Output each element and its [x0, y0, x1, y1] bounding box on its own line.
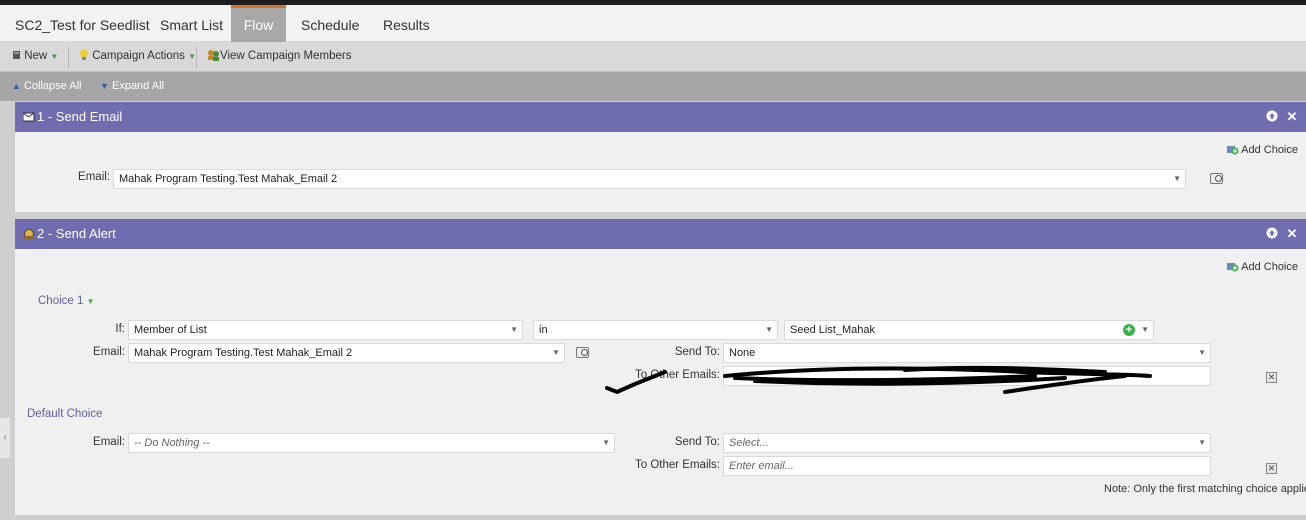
new-label: New	[24, 50, 48, 62]
collapse-all-label: Collapse All	[23, 80, 82, 92]
list-value: Seed List_Mahak	[790, 324, 875, 336]
add-choice-button[interactable]: Add Choice	[1227, 261, 1298, 273]
expand-all-label: Expand All	[111, 80, 164, 92]
tab-smart-list[interactable]: Smart List	[160, 5, 223, 42]
tab-campaign-name[interactable]: SC2_Test for Seedlist	[15, 5, 150, 42]
new-button[interactable]: New ▼	[13, 42, 58, 72]
email-label: Email:	[93, 346, 125, 358]
first-match-note: Note: Only the first matching choice app…	[1104, 483, 1306, 495]
email-icon	[23, 112, 35, 122]
email-select[interactable]: Mahak Program Testing.Test Mahak_Email 2…	[128, 343, 565, 363]
step-header: 1 - Send Email ✕	[15, 102, 1306, 132]
operator-value: in	[539, 324, 548, 336]
lightbulb-icon	[80, 49, 88, 60]
add-choice-label: Add Choice	[1241, 144, 1298, 156]
toolbar: New ▼ Campaign Actions ▼ View Campaign M…	[0, 42, 1306, 72]
default-email-select[interactable]: -- Do Nothing -- ▼	[128, 433, 615, 453]
close-icon[interactable]: ✕	[1285, 110, 1299, 124]
chevron-down-icon: ▼	[765, 325, 773, 334]
step-header: 2 - Send Alert ✕	[15, 219, 1306, 249]
send-to-placeholder: Select...	[729, 437, 769, 449]
tab-schedule[interactable]: Schedule	[301, 5, 359, 42]
preview-email-icon[interactable]	[1210, 173, 1223, 184]
send-to-label: Send To:	[674, 436, 720, 448]
chevron-down-icon: ▼	[188, 52, 197, 61]
collapse-all-button[interactable]: ▲ Collapse All	[12, 72, 81, 101]
if-label: If:	[115, 323, 125, 335]
tab-flow[interactable]: Flow	[231, 5, 286, 42]
chevron-down-icon: ▼	[50, 52, 59, 61]
close-icon[interactable]: ✕	[1285, 227, 1299, 241]
choice-1-label: Choice 1	[38, 295, 84, 307]
tab-results[interactable]: Results	[383, 5, 430, 42]
email-label: Email:	[93, 436, 125, 448]
move-up-icon[interactable]	[1265, 227, 1279, 241]
flow-step-send-email: 1 - Send Email ✕ Add Choice Email: Mahak…	[15, 102, 1306, 212]
new-icon	[13, 51, 20, 59]
flow-step-send-alert: 2 - Send Alert ✕ Add Choice Choice 1 ▼ I…	[15, 219, 1306, 515]
default-other-emails-input[interactable]: Enter email...	[723, 456, 1211, 476]
email-label: Email:	[78, 171, 110, 183]
campaign-actions-button[interactable]: Campaign Actions ▼	[79, 42, 196, 72]
view-campaign-members-button[interactable]: View Campaign Members	[207, 42, 351, 72]
chevron-down-icon: ▼	[510, 325, 518, 334]
move-up-icon[interactable]	[1265, 110, 1279, 124]
add-choice-icon	[1227, 263, 1239, 272]
send-to-select[interactable]: None ▼	[723, 343, 1211, 363]
default-choice-label: Default Choice	[27, 408, 103, 420]
tab-bar: SC2_Test for Seedlist Smart List Flow Sc…	[0, 5, 1306, 42]
preview-email-icon[interactable]	[576, 347, 589, 358]
add-choice-icon	[1227, 146, 1239, 155]
send-to-label: Send To:	[674, 346, 720, 358]
chevron-down-icon: ▼	[552, 348, 560, 357]
chevron-down-icon: ▼	[1198, 348, 1206, 357]
alert-icon	[24, 229, 34, 239]
chevron-down-icon: ▼	[86, 297, 95, 306]
email-select-value: Mahak Program Testing.Test Mahak_Email 2	[134, 347, 353, 359]
other-emails-placeholder: Enter email...	[729, 460, 794, 472]
condition-value: Member of List	[134, 324, 207, 336]
view-campaign-members-label: View Campaign Members	[220, 50, 352, 62]
toolbar-divider	[196, 46, 197, 68]
other-emails-label: To Other Emails:	[635, 459, 720, 471]
step-title: 2 - Send Alert	[37, 226, 116, 241]
default-send-to-select[interactable]: Select... ▼	[723, 433, 1211, 453]
chevron-down-icon: ▼	[602, 438, 610, 447]
people-icon	[208, 50, 219, 61]
expand-all-button[interactable]: ▼ Expand All	[100, 72, 164, 101]
step-title: 1 - Send Email	[37, 109, 123, 124]
list-select[interactable]: Seed List_Mahak + ▼	[784, 320, 1154, 340]
choice-1-toggle[interactable]: Choice 1 ▼	[38, 295, 95, 307]
email-select-value: Mahak Program Testing.Test Mahak_Email 2	[119, 173, 338, 185]
email-select[interactable]: Mahak Program Testing.Test Mahak_Email 2…	[113, 169, 1186, 189]
chevron-up-icon: ▲	[12, 81, 21, 91]
redaction-scribble	[605, 365, 1152, 395]
operator-select[interactable]: in ▼	[533, 320, 778, 340]
toolbar-divider	[68, 46, 69, 68]
add-value-icon[interactable]: +	[1123, 324, 1135, 336]
campaign-actions-label: Campaign Actions	[92, 50, 185, 62]
condition-select[interactable]: Member of List ▼	[128, 320, 523, 340]
default-email-value: -- Do Nothing --	[134, 437, 210, 449]
delete-choice-icon[interactable]: ✕	[1266, 463, 1277, 474]
collapse-bar: ▲ Collapse All ▼ Expand All	[0, 72, 1306, 101]
chevron-down-icon: ▼	[1173, 174, 1181, 183]
chevron-down-icon: ▼	[100, 81, 109, 91]
delete-choice-icon[interactable]: ✕	[1266, 372, 1277, 383]
send-to-value: None	[729, 347, 756, 359]
chevron-down-icon: ▼	[1198, 438, 1206, 447]
chevron-down-icon: ▼	[1141, 325, 1149, 334]
collapse-panel-handle[interactable]: ‹	[0, 418, 10, 458]
add-choice-label: Add Choice	[1241, 261, 1298, 273]
add-choice-button[interactable]: Add Choice	[1227, 144, 1298, 156]
